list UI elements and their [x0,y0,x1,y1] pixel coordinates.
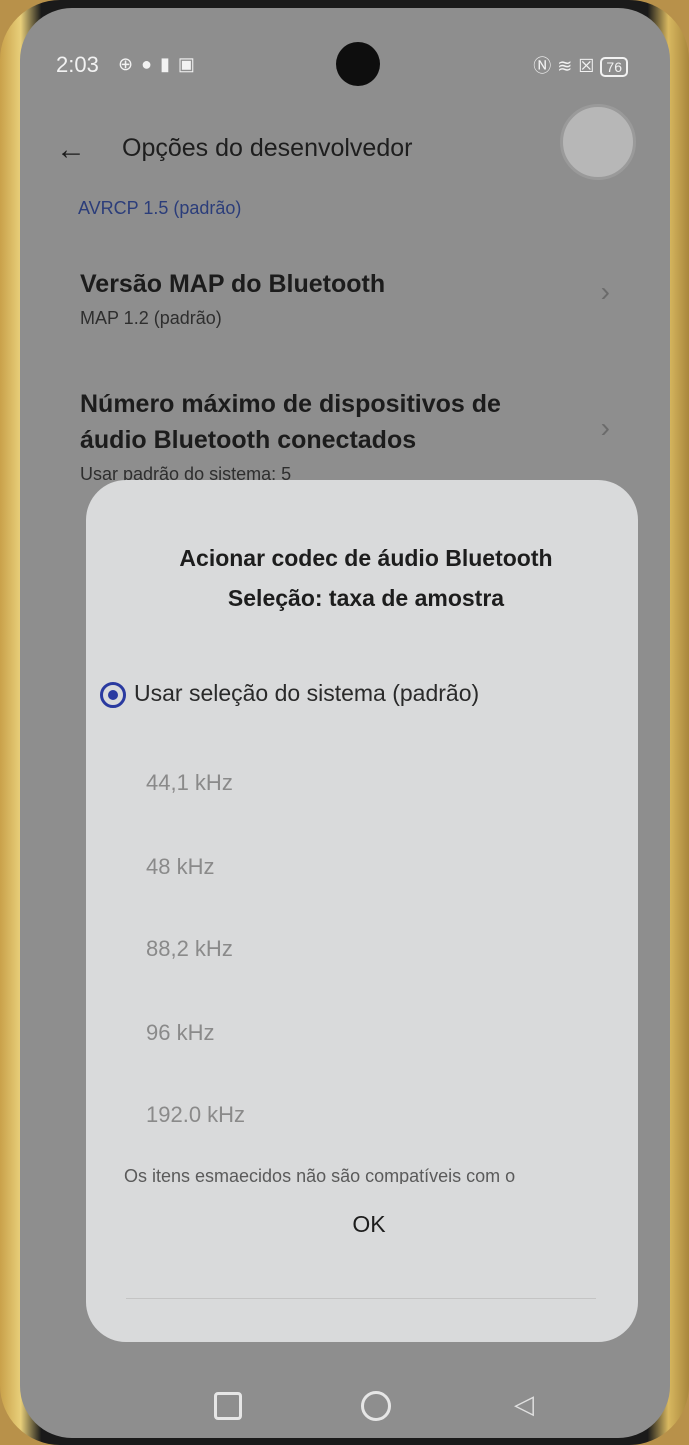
option-label: Usar seleção do sistema (padrão) [134,680,480,706]
option-label: 44,1 kHz [146,770,233,795]
recents-button[interactable] [206,1382,250,1426]
status-time: 2:03 [56,52,99,77]
chevron-right-icon: › [600,276,610,307]
sample-rate-dialog: Acionar codec de áudio Bluetooth Seleção… [86,480,638,1342]
map-version-title: Versão MAP do Bluetooth [80,270,386,298]
dialog-footnote: Os itens esmaecidos não são compatíveis … [124,1166,516,1184]
recents-icon [214,1392,242,1421]
home-icon [361,1391,391,1422]
option-label: 88,2 kHz [146,936,233,961]
avrcp-version-value: AVRCP 1.5 (padrão) [78,198,242,218]
phone-frame: 2:03 ⊕●▮▣ Ⓝ≋☒ 76 ← Opções do desenvolvedo… [0,0,689,1445]
option-label: 192.0 kHz [146,1102,246,1127]
max-devices-title-1: Número máximo de dispositivos de [80,390,501,418]
dialog-title-line2: Seleção: taxa de amostra [227,585,505,611]
option-system-default[interactable]: Usar seleção do sistema (padrão) [100,680,479,708]
bug-icon: ● [141,54,160,74]
floating-assist-button[interactable] [560,104,636,180]
ok-button[interactable]: OK [344,1202,394,1246]
screen: 2:03 ⊕●▮▣ Ⓝ≋☒ 76 ← Opções do desenvolvedo… [20,8,670,1438]
notification-icon: ▣ [177,54,203,74]
back-arrow-icon[interactable]: ← [56,132,96,168]
home-button[interactable] [354,1382,398,1426]
map-version-value: MAP 1.2 (padrão) [80,308,222,328]
nfc-icon: Ⓝ [533,56,558,76]
vpn-icon: ⊕ [118,54,142,74]
battery-icon: 76 [600,57,628,77]
option-label: 96 kHz [146,1020,215,1045]
max-devices-title-2: áudio Bluetooth conectados [80,426,417,454]
front-camera [336,42,380,86]
dialog-divider [126,1298,596,1299]
x-box-icon: ☒ [578,56,601,76]
option-48-khz[interactable]: 48 kHz [146,854,214,880]
page-title: Opções do desenvolvedor [122,134,413,162]
max-devices-setting[interactable]: Número máximo de dispositivos de áudio B… [80,386,600,485]
wifi-icon: ≋ [557,56,579,76]
map-version-setting[interactable]: Versão MAP do Bluetooth MAP 1.2 (padrão) [80,266,600,329]
sim-icon: ▮ [159,54,178,74]
back-triangle-icon: ◁ [514,1389,534,1419]
option-label: 48 kHz [146,854,215,879]
dialog-title-line1: Acionar codec de áudio Bluetooth [179,545,553,571]
option-88-2-khz[interactable]: 88,2 kHz [146,936,233,962]
option-96-khz[interactable]: 96 kHz [146,1020,214,1046]
option-44-1-khz[interactable]: 44,1 kHz [146,770,233,796]
back-button[interactable]: ◁ [502,1382,546,1426]
navigation-bar: ◁ [20,1358,670,1438]
dialog-title: Acionar codec de áudio Bluetooth Seleção… [126,538,606,618]
chevron-right-icon: › [600,412,610,443]
option-192-khz[interactable]: 192.0 kHz [146,1102,245,1128]
radio-selected-icon[interactable] [100,681,126,708]
status-left-icons: ⊕●▮▣ [118,54,203,75]
status-right-icons: Ⓝ≋☒ 76 [533,52,628,78]
